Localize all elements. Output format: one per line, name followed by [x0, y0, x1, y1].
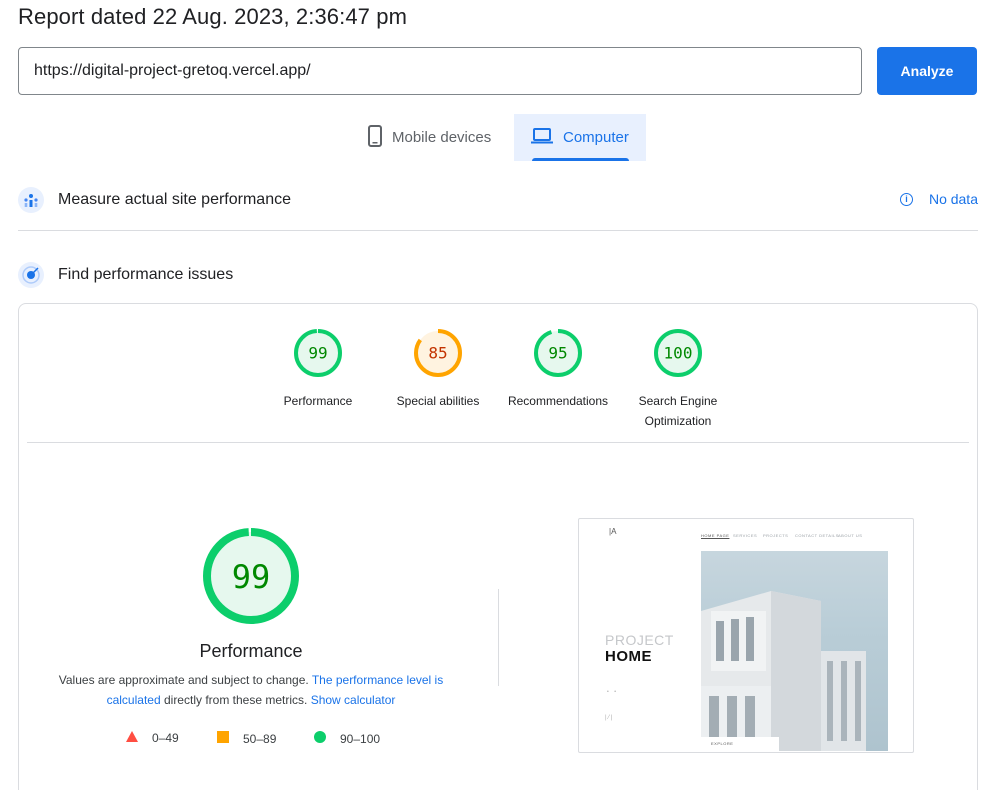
thumb-nav-item: SERVICES — [733, 533, 758, 538]
performance-gauge-large: 99 — [203, 528, 299, 624]
thumb-heading-2: HOME — [605, 648, 652, 665]
gauge-label: Recommendations — [507, 394, 609, 408]
page-screenshot[interactable]: |A HOME PAGE SERVICES PROJECTS CONTACT D… — [578, 518, 914, 753]
show-calculator-link[interactable]: Show calculator — [311, 693, 396, 707]
thumb-explore-label: EXPLORE — [711, 741, 734, 746]
target-icon — [18, 262, 44, 288]
gauge-ring: 95 — [534, 329, 582, 377]
info-icon: i — [899, 192, 913, 206]
thumb-nav-item: ABOUT US — [838, 533, 863, 538]
triangle-icon — [126, 731, 138, 745]
lab-data-title: Find performance issues — [58, 266, 234, 283]
field-data-section: Measure actual site performance i No dat… — [18, 185, 978, 215]
thumb-nav-item: CONTACT DETAILS — [795, 533, 839, 538]
lab-results-card: 99 Performance 85 Special abilities 95 R… — [18, 303, 978, 790]
thumb-nav-item: PROJECTS — [763, 533, 789, 538]
legend-range: 50–89 — [243, 731, 277, 746]
section-divider — [18, 230, 978, 231]
lab-data-section: Find performance issues — [18, 260, 978, 290]
building-image — [701, 551, 888, 751]
phone-icon — [368, 124, 382, 151]
performance-title: Performance — [199, 641, 303, 661]
gauge-label: Search Engine Optimization — [618, 391, 738, 431]
square-icon — [217, 731, 229, 746]
vertical-divider — [498, 589, 499, 686]
gauge-label: Performance — [283, 394, 353, 408]
gauge-label-line2: Optimization — [644, 414, 712, 428]
note-text-middle: directly from these metrics. — [160, 693, 311, 707]
no-data-label: No data — [928, 191, 978, 207]
thumb-explore-button: EXPLORE — [701, 737, 779, 751]
legend-average: 50–89 — [217, 731, 276, 746]
gauge-seo[interactable]: 100 Search Engine Optimization — [618, 328, 738, 431]
thumb-heading-1: PROJECT — [605, 632, 674, 648]
tab-label: Computer — [563, 129, 629, 146]
field-data-title: Measure actual site performance — [58, 191, 291, 208]
legend-fail: 0–49 — [126, 731, 179, 745]
no-data-link[interactable]: i No data — [899, 191, 978, 207]
url-input[interactable] — [18, 47, 862, 95]
gauge-score: 95 — [548, 344, 567, 363]
gauge-score: 85 — [428, 344, 447, 363]
thumb-slider-icon: | ⁄ | — [605, 715, 613, 721]
thumb-dots-icon: • • — [607, 689, 617, 695]
thumb-nav-item: HOME PAGE — [701, 533, 730, 538]
site-logo-icon: |A — [609, 527, 617, 536]
gauge-score: 99 — [308, 344, 327, 363]
tab-mobile-devices[interactable]: Mobile devices — [352, 114, 512, 161]
legend-pass: 90–100 — [314, 731, 380, 746]
analyze-button[interactable]: Analyze — [877, 47, 977, 95]
laptop-icon — [531, 127, 553, 148]
gauge-ring: 100 — [654, 329, 702, 377]
note-text: Values are approximate and subject to ch… — [58, 673, 312, 687]
tab-label: Mobile devices — [392, 129, 492, 146]
circle-icon — [314, 731, 326, 746]
selected-tab-indicator — [532, 158, 629, 161]
report-title: Report dated 22 Aug. 2023, 2:36:47 pm — [18, 4, 407, 29]
performance-score: 99 — [232, 558, 271, 596]
tab-computer[interactable]: Computer — [514, 114, 646, 161]
gauge-label: Special abilities — [396, 394, 480, 408]
gauge-special-abilities[interactable]: 85 Special abilities — [378, 328, 498, 411]
performance-note: Values are approximate and subject to ch… — [49, 670, 453, 710]
gauge-label-line1: Search Engine — [638, 394, 718, 408]
gauge-ring: 99 — [294, 329, 342, 377]
gauge-ring: 85 — [414, 329, 462, 377]
gauge-recommendations[interactable]: 95 Recommendations — [498, 328, 618, 411]
card-divider — [27, 442, 969, 443]
gauge-score: 100 — [664, 344, 693, 363]
legend-range: 0–49 — [152, 731, 179, 745]
gauge-performance[interactable]: 99 Performance — [258, 328, 378, 411]
chart-people-icon — [18, 187, 44, 213]
legend-range: 90–100 — [340, 731, 381, 746]
